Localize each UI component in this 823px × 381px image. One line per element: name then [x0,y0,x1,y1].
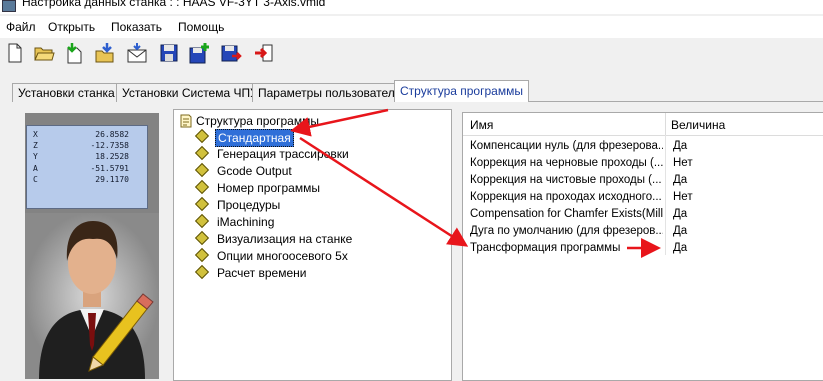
toolbar [0,40,823,66]
column-header-name[interactable]: Имя [470,118,493,132]
axis-value: -12.7358 [90,141,129,150]
axis-row: C 29.1170 [33,175,139,186]
row-name: Трансформация программы [470,242,621,254]
menu-help[interactable]: Помощь [178,20,224,34]
grid-header: Имя Величина [463,113,823,136]
tree-item-label: iMachining [217,215,275,229]
row-name: Коррекция на черновые проходы (... [470,157,663,169]
email-icon[interactable] [126,42,148,64]
axis-label: X [33,130,38,139]
table-row[interactable]: Compensation for Chamfer Exists(Mill... Д… [463,206,823,223]
table-row[interactable]: Трансформация программы Да [463,240,823,257]
node-icon [194,162,210,178]
save-as-icon[interactable] [220,42,242,64]
exit-icon[interactable] [253,42,275,64]
axis-value: -51.5791 [90,164,129,173]
axis-value: 26.8582 [95,130,129,139]
tree-item-label: Gcode Output [217,164,292,178]
row-value[interactable]: Нет [673,157,693,169]
axis-row: X 26.8582 [33,130,139,141]
menu-file[interactable]: Файл [6,20,36,34]
structure-icon [180,114,192,128]
tree-item-label: Визуализация на станке [217,232,353,246]
row-value[interactable]: Да [673,242,687,254]
row-value[interactable]: Нет [673,191,693,203]
open-folder-icon[interactable] [33,42,55,64]
property-grid: Имя Величина Компенсации нуль (для фрезе… [462,112,823,381]
axis-readout-display: X 26.8582 Z -12.7358 Y 18.2528 A -51.5791 C 2… [26,125,148,209]
menu-open[interactable]: Открыть [48,20,95,34]
tree-item-label: Номер программы [217,181,320,195]
tree-item-label: Опции многоосевого 5x [217,249,348,263]
node-icon [194,247,210,263]
tree-item-label: Стандартная [215,129,294,147]
node-icon [194,128,210,144]
row-value[interactable]: Да [673,174,687,186]
new-file-icon[interactable] [4,42,26,64]
title-bar: Настройка данных станка : : HAAS VF-3YT … [0,0,823,14]
node-icon [194,145,210,161]
tab-user-parameters[interactable]: Параметры пользователя [252,83,408,102]
tree-item-label: Расчет времени [217,266,307,280]
menu-show[interactable]: Показать [111,20,162,34]
axis-label: C [33,175,38,184]
axis-label: Z [33,141,38,150]
row-name: Compensation for Chamfer Exists(Mill... [470,208,663,220]
node-icon [194,196,210,212]
table-row[interactable]: Коррекция на проходах исходного... Нет [463,189,823,206]
axis-row: A -51.5791 [33,164,139,175]
program-structure-tree[interactable]: Структура программы Стандартная Генераци… [173,109,452,381]
tree-root-label: Структура программы [196,114,319,128]
row-value[interactable]: Да [673,140,687,152]
column-header-value[interactable]: Величина [671,118,725,132]
tab-program-structure[interactable]: Структура программы [394,80,529,102]
row-name: Коррекция на проходах исходного... [470,191,662,203]
node-icon [194,213,210,229]
row-name: Дуга по умолчанию (для фрезеров... [470,225,663,237]
menu-bar: Файл Открыть Показать Помощь [0,16,823,38]
row-value[interactable]: Да [673,225,687,237]
row-name: Компенсации нуль (для фрезерова... [470,140,663,152]
download-icon[interactable] [94,42,116,64]
tree-item-label: Процедуры [217,198,281,212]
column-divider[interactable] [665,113,666,135]
tab-machine-settings[interactable]: Установки станка [12,83,121,102]
axis-row: Y 18.2528 [33,152,139,163]
axis-label: A [33,164,38,173]
table-row[interactable]: Коррекция на чистовые проходы (... Да [463,172,823,189]
import-icon[interactable] [63,42,85,64]
window-title: Настройка данных станка : : HAAS VF-3YT … [22,0,326,9]
tab-cnc-settings[interactable]: Установки Система ЧПУ [116,83,264,102]
row-value[interactable]: Да [673,208,687,220]
axis-row: Z -12.7358 [33,141,139,152]
save-add-icon[interactable] [188,42,210,64]
table-row[interactable]: Коррекция на черновые проходы (... Нет [463,155,823,172]
app-icon [2,0,16,12]
axis-value: 29.1170 [95,175,129,184]
node-icon [194,264,210,280]
table-row[interactable]: Компенсации нуль (для фрезерова... Да [463,138,823,155]
axis-value: 18.2528 [95,152,129,161]
table-row[interactable]: Дуга по умолчанию (для фрезеров... Да [463,223,823,240]
tree-item-label: Генерация трассировки [217,147,349,161]
axis-label: Y [33,152,38,161]
save-icon[interactable] [158,42,180,64]
node-icon [194,179,210,195]
row-name: Коррекция на чистовые проходы (... [470,174,662,186]
node-icon [194,230,210,246]
